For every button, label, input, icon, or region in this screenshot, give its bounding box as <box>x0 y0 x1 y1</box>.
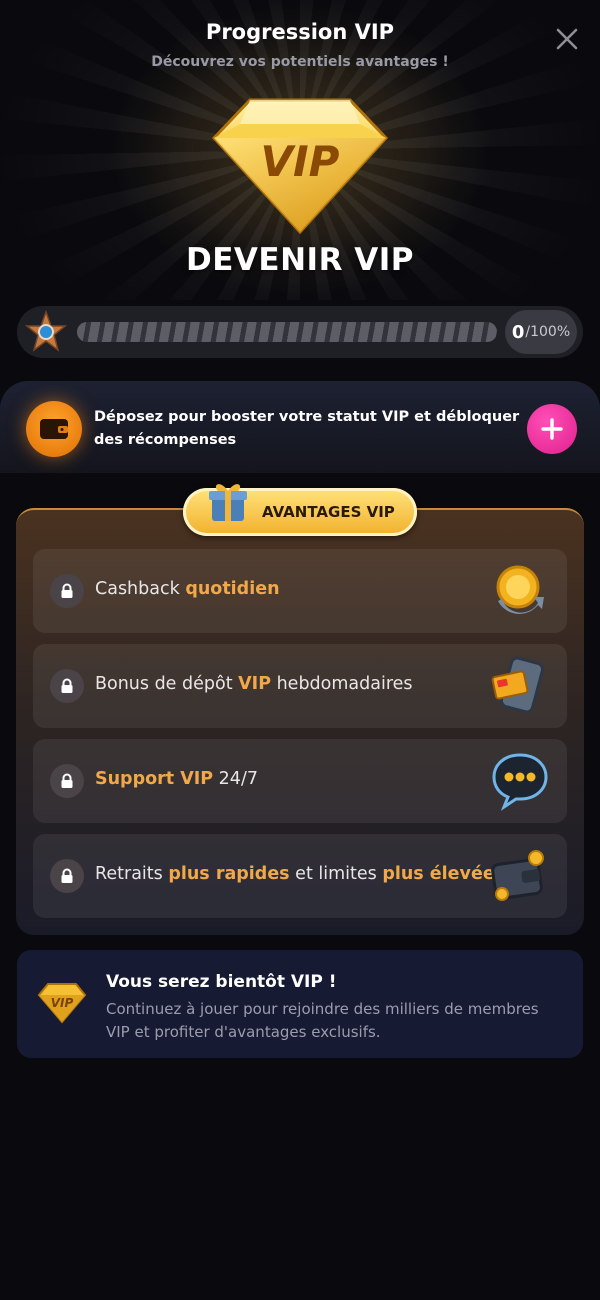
benefit-highlight: plus rapides <box>168 864 290 884</box>
benefit-label: Bonus de dépôt VIP hebdomadaires <box>95 674 413 694</box>
close-button[interactable] <box>550 22 584 56</box>
benefit-item-withdrawals: Retraits plus rapides et limites plus él… <box>33 834 567 918</box>
lock-icon <box>61 583 73 598</box>
lock-badge <box>50 574 84 608</box>
page-subtitle: Découvrez vos potentiels avantages ! <box>151 54 449 70</box>
benefit-label: Cashback quotidien <box>95 579 280 599</box>
benefit-label: Support VIP 24/7 <box>95 769 258 789</box>
progress-current: 0 <box>511 321 525 343</box>
deposit-banner: Déposez pour booster votre statut VIP et… <box>0 381 600 473</box>
deposit-text: Déposez pour booster votre statut VIP et… <box>94 409 520 448</box>
lock-icon <box>61 773 73 788</box>
wallet-coins-icon <box>491 850 544 901</box>
progress-stripes <box>77 322 497 342</box>
benefit-item-support: Support VIP 24/7 <box>33 739 567 823</box>
benefit-text-part: hebdomadaires <box>271 674 413 694</box>
vip-gem-label: VIP <box>261 137 340 186</box>
lock-badge <box>50 764 84 798</box>
chat-bubble-icon <box>492 753 548 811</box>
deposit-plus-button[interactable] <box>527 404 577 454</box>
coming-soon-title: Vous serez bientôt VIP ! <box>106 972 337 992</box>
coin-cashback-icon <box>496 565 544 614</box>
progress-max: /100% <box>525 324 571 340</box>
benefit-text-part: Cashback <box>95 579 186 599</box>
benefit-item-weekly-bonus: Bonus de dépôt VIP hebdomadaires <box>33 644 567 728</box>
lock-badge <box>50 669 84 703</box>
benefit-highlight: quotidien <box>185 579 280 599</box>
vip-gem-small-label: VIP <box>51 996 74 1010</box>
vip-progress-bar: 0 /100% <box>17 306 583 358</box>
benefit-label: Retraits plus rapides et limites plus él… <box>95 864 505 884</box>
coming-soon-description: Continuez à jouer pour rejoindre des mil… <box>106 1000 539 1041</box>
benefit-text-part: Bonus de dépôt <box>95 674 239 694</box>
progress-track <box>77 322 497 342</box>
benefit-highlight: Support VIP <box>95 769 214 789</box>
wallet-icon <box>40 419 68 439</box>
plus-icon <box>541 418 563 440</box>
lock-badge <box>50 859 84 893</box>
phone-card-icon <box>491 656 545 714</box>
lock-icon <box>61 868 73 883</box>
benefit-text-part: 24/7 <box>213 769 258 789</box>
progress-value: 0 /100% <box>505 310 577 354</box>
lock-icon <box>61 678 73 693</box>
vip-gem-small-icon: VIP <box>37 983 87 1024</box>
vip-gem-icon: VIP <box>211 98 389 235</box>
page-title: Progression VIP <box>205 20 395 44</box>
benefit-highlight: plus élevées <box>382 864 506 884</box>
gift-icon <box>209 484 247 521</box>
wallet-badge <box>26 401 82 457</box>
vip-benefits-title: AVANTAGES VIP <box>262 503 395 521</box>
benefit-highlight: VIP <box>238 674 272 694</box>
benefit-item-cashback: Cashback quotidien <box>33 549 567 633</box>
benefit-text-part: et limites <box>289 864 383 884</box>
benefit-text-part: Retraits <box>95 864 169 884</box>
coming-soon-card: VIP Vous serez bientôt VIP ! Continuez à… <box>17 950 583 1058</box>
star-badge-icon <box>25 310 67 352</box>
become-vip-heading: DEVENIR VIP <box>186 242 414 278</box>
close-icon <box>556 28 578 50</box>
